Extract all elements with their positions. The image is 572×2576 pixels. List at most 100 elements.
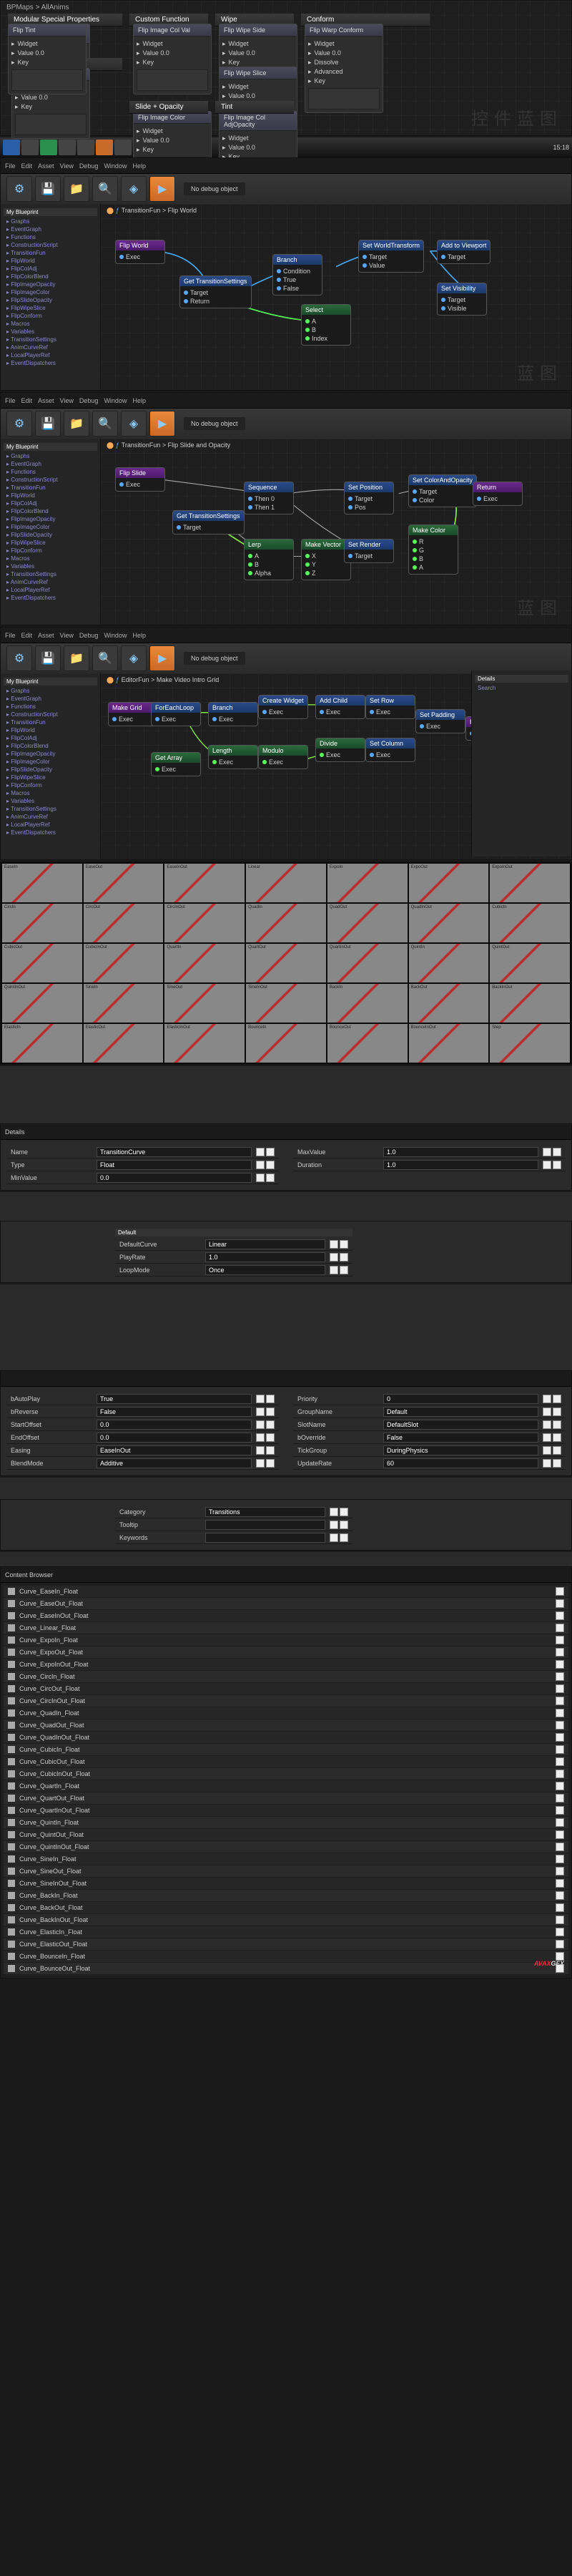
curve-thumbnail[interactable]: ElasticIn [2,1024,82,1063]
node-pin[interactable]: B [248,560,290,569]
curve-thumbnail[interactable]: QuintInOut [2,984,82,1023]
curve-thumbnail[interactable]: Step [490,1024,570,1063]
checkbox[interactable] [556,1903,564,1912]
blueprint-node[interactable]: ModuloExec [258,745,308,769]
checkbox[interactable] [556,1611,564,1620]
checkbox[interactable] [266,1420,275,1429]
widget-property[interactable]: ▸Widget [222,39,294,49]
sidebar-item[interactable]: ▸ FlipImageOpacity [4,280,97,288]
blueprint-node[interactable]: Set ColumnExec [365,738,415,762]
sidebar-item[interactable]: ▸ FlipWipeSlice [4,774,97,781]
asset-row[interactable]: Curve_CircInOut_Float [4,1695,568,1707]
checkbox[interactable] [340,1253,348,1262]
sidebar-item[interactable]: ▸ FlipWorld [4,257,97,265]
property-input[interactable] [383,1445,538,1455]
sidebar-item[interactable]: ▸ Variables [4,562,97,570]
sidebar-item[interactable]: ▸ EventGraph [4,460,97,468]
checkbox[interactable] [556,1587,564,1596]
play-button[interactable]: ▶ [149,176,175,202]
checkbox[interactable] [266,1459,275,1468]
checkbox[interactable] [556,1745,564,1754]
curve-thumbnail[interactable]: ElasticOut [84,1024,164,1063]
curve-thumbnail[interactable]: QuadOut [327,904,408,942]
blueprint-node[interactable]: Set PositionTargetPos [344,482,394,514]
asset-row[interactable]: Curve_CubicOut_Float [4,1756,568,1767]
checkbox[interactable] [556,1794,564,1802]
node-pin[interactable]: Value [363,261,420,270]
sidebar-item[interactable]: ▸ TransitionSettings [4,570,97,578]
blueprint-node[interactable]: Get ArrayExec [151,752,201,776]
node-pin[interactable]: Exec [477,494,518,503]
curve-thumbnail[interactable]: EaseOut [84,864,164,902]
asset-row[interactable]: Curve_QuintIn_Float [4,1817,568,1828]
menu-item[interactable]: Help [132,632,146,639]
property-input[interactable] [205,1265,325,1275]
checkbox[interactable] [556,1891,564,1900]
save-button[interactable]: 💾 [35,411,61,436]
checkbox[interactable] [556,1599,564,1608]
node-pin[interactable]: Exec [155,765,197,774]
sidebar-item[interactable]: ▸ FlipWorld [4,726,97,734]
compile-button[interactable]: ⚙ [6,645,32,671]
event-graph[interactable]: ⬤ ƒ TransitionFun > Flip World Flip Worl… [101,204,571,390]
property-input[interactable] [97,1445,252,1455]
checkbox[interactable] [256,1407,265,1416]
menu-item[interactable]: Window [104,162,127,170]
node-pin[interactable]: False [277,284,318,293]
node-pin[interactable]: Condition [277,267,318,275]
checkbox[interactable] [556,1830,564,1839]
sidebar-item[interactable]: ▸ FlipConform [4,781,97,789]
checkbox[interactable] [330,1240,338,1249]
sidebar-item[interactable]: ▸ FlipWorld [4,492,97,499]
widget-property[interactable]: ▸Widget [11,39,83,49]
task-icon[interactable] [114,140,132,155]
asset-row[interactable]: Curve_ExpoInOut_Float [4,1659,568,1670]
sidebar-item[interactable]: ▸ FlipImageColor [4,523,97,531]
my-blueprint-sidebar[interactable]: My Blueprint▸ Graphs▸ EventGraph▸ Functi… [1,673,101,859]
property-input[interactable] [205,1252,325,1262]
property-input[interactable] [383,1458,538,1468]
widget-property[interactable]: ▸Widget [222,134,294,143]
curve-thumbnail[interactable]: SineIn [84,984,164,1023]
widget-property[interactable]: ▸Dissolve [308,58,380,67]
node-pin[interactable]: Target [441,296,483,304]
curve-thumbnail[interactable]: QuartIn [164,944,245,982]
node-pin[interactable]: Exec [212,715,254,723]
checkbox[interactable] [266,1433,275,1442]
checkbox[interactable] [556,1624,564,1632]
asset-row[interactable]: Curve_Linear_Float [4,1622,568,1634]
checkbox[interactable] [543,1407,551,1416]
checkbox[interactable] [556,1648,564,1657]
sidebar-item[interactable]: ▸ FlipImageColor [4,758,97,766]
blueprint-node[interactable]: LerpABAlpha [244,539,294,580]
blueprint-node[interactable]: Create WidgetExec [258,695,308,719]
checkbox[interactable] [556,1916,564,1924]
blueprint-node[interactable]: SelectABIndex [301,304,351,346]
sidebar-item[interactable]: ▸ TransitionFun [4,484,97,492]
checkbox[interactable] [556,1782,564,1790]
node-pin[interactable]: Then 0 [248,494,290,503]
checkbox[interactable] [266,1446,275,1455]
asset-row[interactable]: Curve_EaseInOut_Float [4,1610,568,1621]
node-pin[interactable]: G [413,546,454,555]
sidebar-item[interactable]: ▸ TransitionFun [4,718,97,726]
property-input[interactable] [383,1433,538,1443]
sidebar-item[interactable]: ▸ Macros [4,320,97,328]
widget-property[interactable]: ▸Advanced [308,67,380,77]
node-pin[interactable]: A [413,563,454,572]
widget-property[interactable]: ▸Value 0.0 [11,49,83,58]
blueprint-node[interactable]: Flip SlideExec [115,467,165,492]
debug-selector[interactable]: No debug object [184,182,245,195]
checkbox[interactable] [340,1508,348,1516]
widget-property[interactable]: ▸Key [137,58,208,67]
checkbox[interactable] [553,1407,561,1416]
menu-item[interactable]: Window [104,397,127,404]
menu-item[interactable]: View [60,632,74,639]
sidebar-item[interactable]: ▸ EventGraph [4,225,97,233]
asset-row[interactable]: Curve_BackIn_Float [4,1890,568,1901]
find-button[interactable]: 🔍 [92,645,118,671]
checkbox[interactable] [340,1521,348,1529]
asset-row[interactable]: Curve_CubicIn_Float [4,1744,568,1755]
widget-property[interactable]: ▸Value 0.0 [222,49,294,58]
checkbox[interactable] [340,1240,348,1249]
